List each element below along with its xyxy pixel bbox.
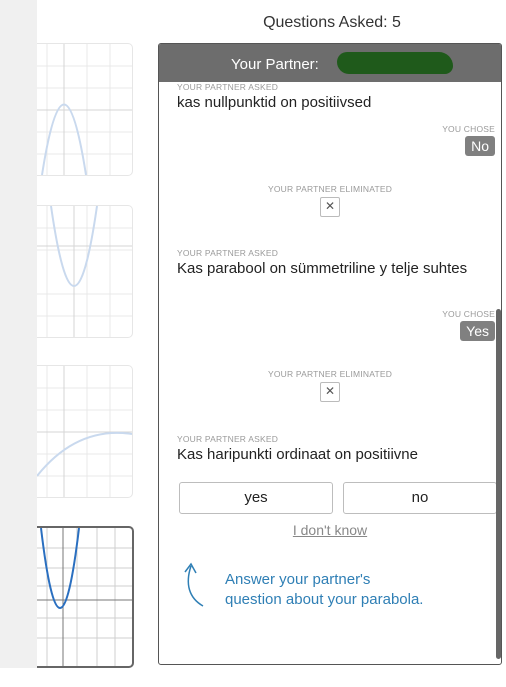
graph-card-plot bbox=[37, 206, 132, 337]
graph-card[interactable] bbox=[37, 43, 133, 176]
partner-question: YOUR PARTNER ASKED Kas parabool on sümme… bbox=[177, 248, 477, 278]
partner-question: YOUR PARTNER ASKED Kas haripunkti ordina… bbox=[177, 434, 418, 464]
eliminated-caption: YOUR PARTNER ELIMINATED bbox=[267, 184, 393, 194]
x-icon: ✕ bbox=[320, 382, 340, 402]
message-text: Kas haripunkti ordinaat on positiivne bbox=[177, 446, 418, 463]
questions-asked-counter: Questions Asked: 5 bbox=[263, 14, 401, 31]
panel-header: Your Partner: bbox=[159, 44, 501, 82]
hint-line-2: question about your parabola. bbox=[225, 591, 424, 608]
x-icon: ✕ bbox=[320, 197, 340, 217]
graph-card[interactable] bbox=[37, 205, 133, 338]
message-caption: YOUR PARTNER ASKED bbox=[177, 82, 279, 92]
your-answer: YOU CHOSE No bbox=[442, 124, 495, 156]
graph-card-plot bbox=[37, 528, 132, 666]
partner-eliminated: YOUR PARTNER ELIMINATED ✕ bbox=[159, 369, 501, 402]
eliminated-caption: YOUR PARTNER ELIMINATED bbox=[267, 369, 393, 379]
dont-know-link[interactable]: I don't know bbox=[159, 522, 501, 538]
partner-panel: Your Partner: YOUR PARTNER ASKED kas nul… bbox=[158, 43, 502, 665]
message-caption: YOUR PARTNER ASKED bbox=[177, 434, 279, 444]
graph-card[interactable] bbox=[37, 365, 133, 498]
answer-caption: YOU CHOSE bbox=[442, 124, 495, 134]
yes-button[interactable]: yes bbox=[179, 482, 333, 514]
hint-line-1: Answer your partner's bbox=[225, 571, 371, 588]
arrow-up-icon bbox=[184, 562, 204, 607]
answer-caption: YOU CHOSE bbox=[442, 309, 495, 319]
redacted-partner-name bbox=[337, 52, 453, 74]
answer-badge: Yes bbox=[460, 321, 495, 341]
message-text: Kas parabool on sümmetriline y telje suh… bbox=[177, 260, 468, 277]
message-caption: YOUR PARTNER ASKED bbox=[177, 248, 279, 258]
partner-question: YOUR PARTNER ASKED kas nullpunktid on po… bbox=[177, 82, 371, 112]
graph-card-plot bbox=[37, 44, 132, 175]
panel-title: Your Partner: bbox=[231, 56, 319, 73]
message-text: kas nullpunktid on positiivsed bbox=[177, 94, 372, 111]
answer-badge: No bbox=[465, 136, 495, 156]
graph-card-plot bbox=[37, 366, 132, 497]
left-strip bbox=[0, 0, 37, 668]
partner-eliminated: YOUR PARTNER ELIMINATED ✕ bbox=[159, 184, 501, 217]
graph-card-selected[interactable] bbox=[37, 526, 134, 668]
scrollbar[interactable] bbox=[496, 309, 501, 659]
no-button[interactable]: no bbox=[343, 482, 497, 514]
your-answer: YOU CHOSE Yes bbox=[442, 309, 495, 341]
hint-text: Answer your partner's question about you… bbox=[225, 570, 423, 610]
